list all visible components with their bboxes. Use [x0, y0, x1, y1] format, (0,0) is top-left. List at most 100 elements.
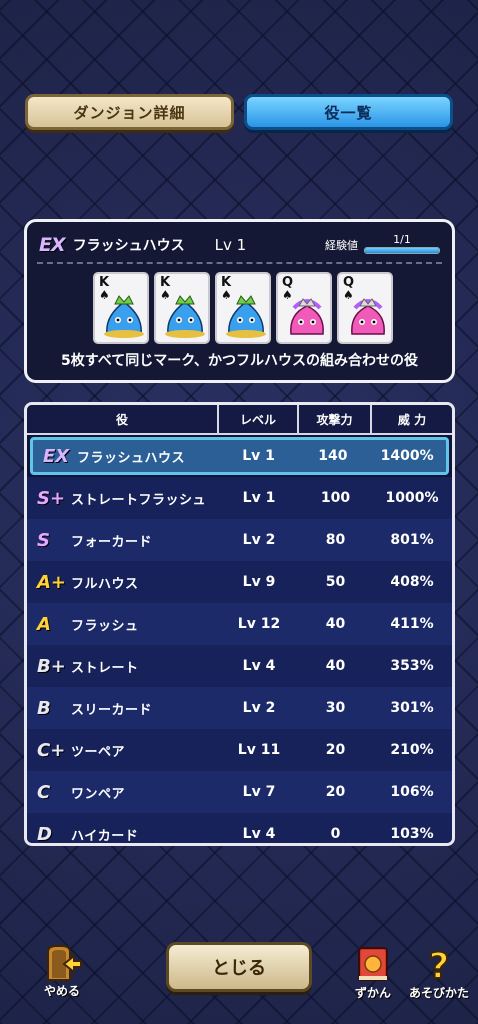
hand-name: ストレート — [71, 660, 139, 676]
table-row[interactable]: A フラッシュ Lv 12 40 411% — [27, 603, 452, 645]
header-level: レベル — [219, 405, 299, 433]
table-body[interactable]: EX フラッシュハウス Lv 1 140 1400% S+ ストレートフラッシュ Lv 1 10… — [27, 435, 452, 843]
power-cell: 1000% — [385, 490, 439, 506]
power-cell: 103% — [390, 826, 434, 842]
encyclopedia-label: ずかん — [354, 986, 391, 1000]
hand-name: フラッシュ — [71, 618, 139, 634]
power-cell: 1400% — [380, 448, 434, 464]
hand-level: Lv 1 — [214, 236, 247, 254]
table-row[interactable]: C+ ツーペア Lv 11 20 210% — [27, 729, 452, 771]
blue-slime-icon — [104, 295, 144, 338]
rank-badge: C — [37, 781, 51, 803]
hand-cell: B+ ストレート — [27, 656, 219, 677]
hand-cell: C+ ツーペア — [27, 740, 219, 761]
rank-badge: S — [37, 529, 50, 551]
level-cell: Lv 4 — [242, 826, 276, 842]
hand-name: ハイカード — [71, 828, 139, 844]
pink-slime-icon — [351, 298, 385, 335]
rank-badge: D — [37, 823, 52, 844]
hand-detail-panel: EX フラッシュハウス Lv 1 経験値 1/1 K ♠ K ♠ K ♠ Q ♠ Q ♠ 5枚すべ… — [24, 219, 455, 383]
pink-slime-icon — [290, 298, 324, 335]
table-row[interactable]: EX フラッシュハウス Lv 1 140 1400% — [30, 437, 449, 475]
exp-label: 経験値 — [325, 239, 358, 252]
hand-name: フォーカード — [71, 534, 153, 550]
hand-name: ストレートフラッシュ — [71, 492, 207, 508]
rank-badge: S+ — [37, 487, 66, 509]
hand-cell: A+ フルハウス — [27, 572, 219, 593]
rank-badge: A — [37, 613, 51, 635]
attack-cell: 20 — [325, 742, 346, 758]
attack-cell: 40 — [325, 658, 346, 674]
rank-badge: EX — [43, 445, 70, 467]
power-cell: 301% — [390, 700, 434, 716]
power-cell: 411% — [390, 616, 434, 632]
level-cell: Lv 1 — [242, 448, 275, 464]
tab-hand-list[interactable]: 役一覧 — [244, 94, 453, 130]
level-cell: Lv 9 — [242, 574, 276, 590]
attack-cell: 30 — [325, 700, 346, 716]
table-row[interactable]: S+ ストレートフラッシュ Lv 1 100 1000% — [27, 477, 452, 519]
table-row[interactable]: A+ フルハウス Lv 9 50 408% — [27, 561, 452, 603]
quit-button[interactable]: やめる — [32, 944, 92, 1002]
header-attack: 攻撃力 — [299, 405, 372, 433]
attack-cell: 40 — [325, 616, 346, 632]
table-row[interactable]: C ワンペア Lv 7 20 106% — [27, 771, 452, 813]
attack-cell: 0 — [330, 826, 341, 842]
how-to-play-button[interactable]: ? あそびかた — [409, 944, 469, 1002]
level-cell: Lv 12 — [237, 616, 281, 632]
rank-badge: A+ — [37, 571, 67, 593]
table-row[interactable]: B スリーカード Lv 2 30 301% — [27, 687, 452, 729]
blue-slime-icon — [226, 295, 266, 338]
playing-card: K ♠ — [215, 272, 271, 344]
book-icon — [358, 947, 388, 981]
hand-description: 5枚すべて同じマーク、かつフルハウスの組み合わせの役 — [61, 353, 418, 369]
table-row[interactable]: B+ ストレート Lv 4 40 353% — [27, 645, 452, 687]
level-cell: Lv 7 — [242, 784, 276, 800]
how-to-play-label: あそびかた — [409, 986, 470, 1000]
close-button[interactable]: とじる — [166, 942, 312, 992]
blue-slime-icon — [165, 295, 205, 338]
power-cell: 801% — [390, 532, 434, 548]
attack-cell: 80 — [325, 532, 346, 548]
hand-name: ツーペア — [71, 744, 126, 760]
playing-card: K ♠ — [93, 272, 149, 344]
svg-text:?: ? — [429, 946, 450, 984]
hand-list-table: 役 レベル 攻撃力 威 力 EX フラッシュハウス Lv 1 140 1400% S+ スト… — [24, 402, 455, 846]
playing-card: Q ♠ — [276, 272, 332, 344]
exit-door-icon — [42, 944, 82, 982]
rank-badge: B+ — [37, 655, 66, 677]
hand-cell: A フラッシュ — [27, 614, 219, 635]
divider — [37, 262, 442, 264]
level-cell: Lv 4 — [242, 658, 276, 674]
level-cell: Lv 2 — [242, 532, 276, 548]
header-power: 威 力 — [397, 412, 427, 427]
rank-badge: C+ — [37, 739, 66, 761]
table-header: 役 レベル 攻撃力 威 力 — [27, 405, 452, 435]
hand-name: フラッシュハウス — [72, 238, 185, 254]
power-cell: 408% — [390, 574, 434, 590]
playing-card: Q ♠ — [337, 272, 393, 344]
table-row[interactable]: D ハイカード Lv 4 0 103% — [27, 813, 452, 843]
attack-cell: 20 — [325, 784, 346, 800]
level-cell: Lv 2 — [242, 700, 276, 716]
header-hand: 役 — [27, 405, 219, 433]
power-cell: 353% — [390, 658, 434, 674]
hand-rank-badge: EX — [39, 234, 66, 256]
hand-name: フラッシュハウス — [77, 450, 186, 466]
rank-badge: B — [37, 697, 51, 719]
tab-dungeon-detail[interactable]: ダンジョン詳細 — [25, 94, 234, 130]
hand-cell: S フォーカード — [27, 530, 219, 551]
attack-cell: 140 — [318, 448, 348, 464]
hand-cell: C ワンペア — [27, 782, 219, 803]
power-cell: 106% — [390, 784, 434, 800]
hand-name: スリーカード — [71, 702, 153, 718]
hand-cell: EX フラッシュハウス — [33, 446, 220, 467]
exp-text: 1/1 — [393, 233, 411, 246]
encyclopedia-button[interactable]: ずかん — [345, 944, 401, 1002]
hand-cell: D ハイカード — [27, 824, 219, 844]
exp-meter: 1/1 — [364, 233, 440, 254]
attack-cell: 50 — [325, 574, 346, 590]
table-row[interactable]: S フォーカード Lv 2 80 801% — [27, 519, 452, 561]
exp-bar — [364, 247, 440, 254]
attack-cell: 100 — [320, 490, 351, 506]
